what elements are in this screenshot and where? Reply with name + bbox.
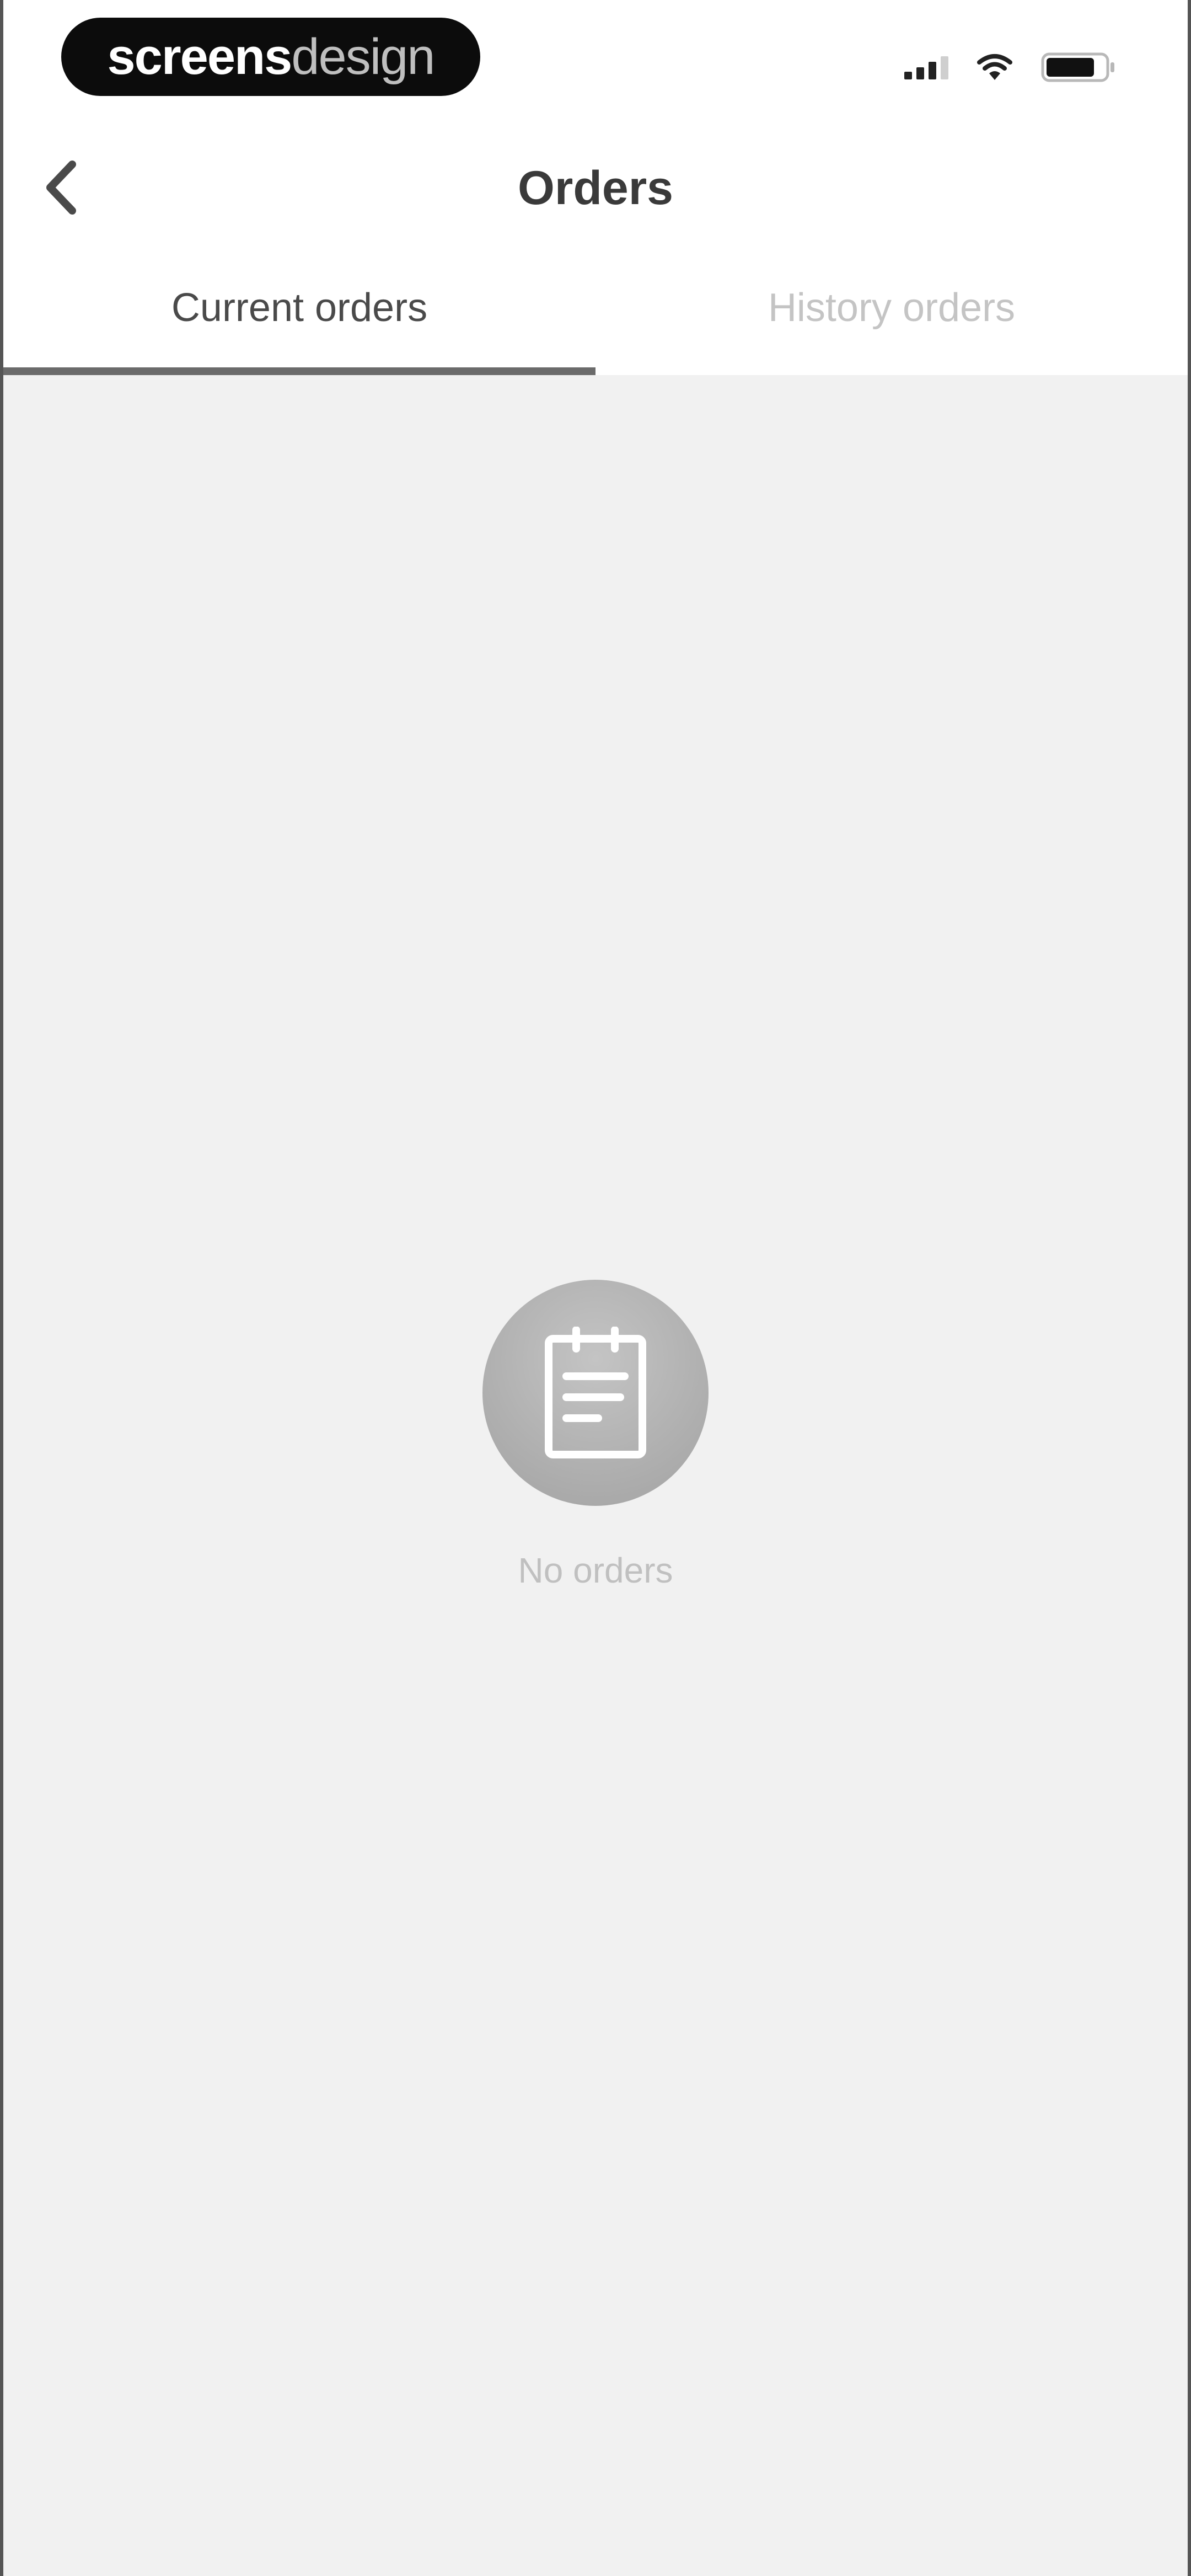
navigation-header: Orders	[3, 127, 1188, 254]
empty-state-circle	[482, 1280, 709, 1506]
page-title: Orders	[517, 162, 674, 215]
brand-logo: screensdesign	[61, 18, 480, 96]
tab-current-orders-label: Current orders	[171, 286, 428, 330]
status-bar: screensdesign	[3, 0, 1188, 127]
empty-state-message: No orders	[518, 1551, 673, 1590]
tab-history-orders[interactable]: History orders	[596, 254, 1188, 375]
empty-state: No orders	[3, 1280, 1188, 1591]
tab-history-orders-label: History orders	[768, 286, 1016, 330]
signal-icon	[904, 55, 948, 79]
active-tab-indicator	[3, 367, 596, 375]
wifi-icon	[977, 54, 1012, 80]
brand-text-light: design	[291, 29, 435, 85]
order-tabs: Current orders History orders	[3, 254, 1188, 375]
orders-screen: screensdesign Orders Current orders Hist…	[0, 0, 1191, 2576]
brand-text: screensdesign	[107, 29, 436, 85]
battery-icon	[1041, 52, 1114, 82]
status-icons	[904, 51, 1116, 84]
tab-current-orders[interactable]: Current orders	[3, 254, 596, 375]
brand-text-bold: screens	[107, 29, 293, 85]
clipboard-icon	[545, 1327, 646, 1458]
